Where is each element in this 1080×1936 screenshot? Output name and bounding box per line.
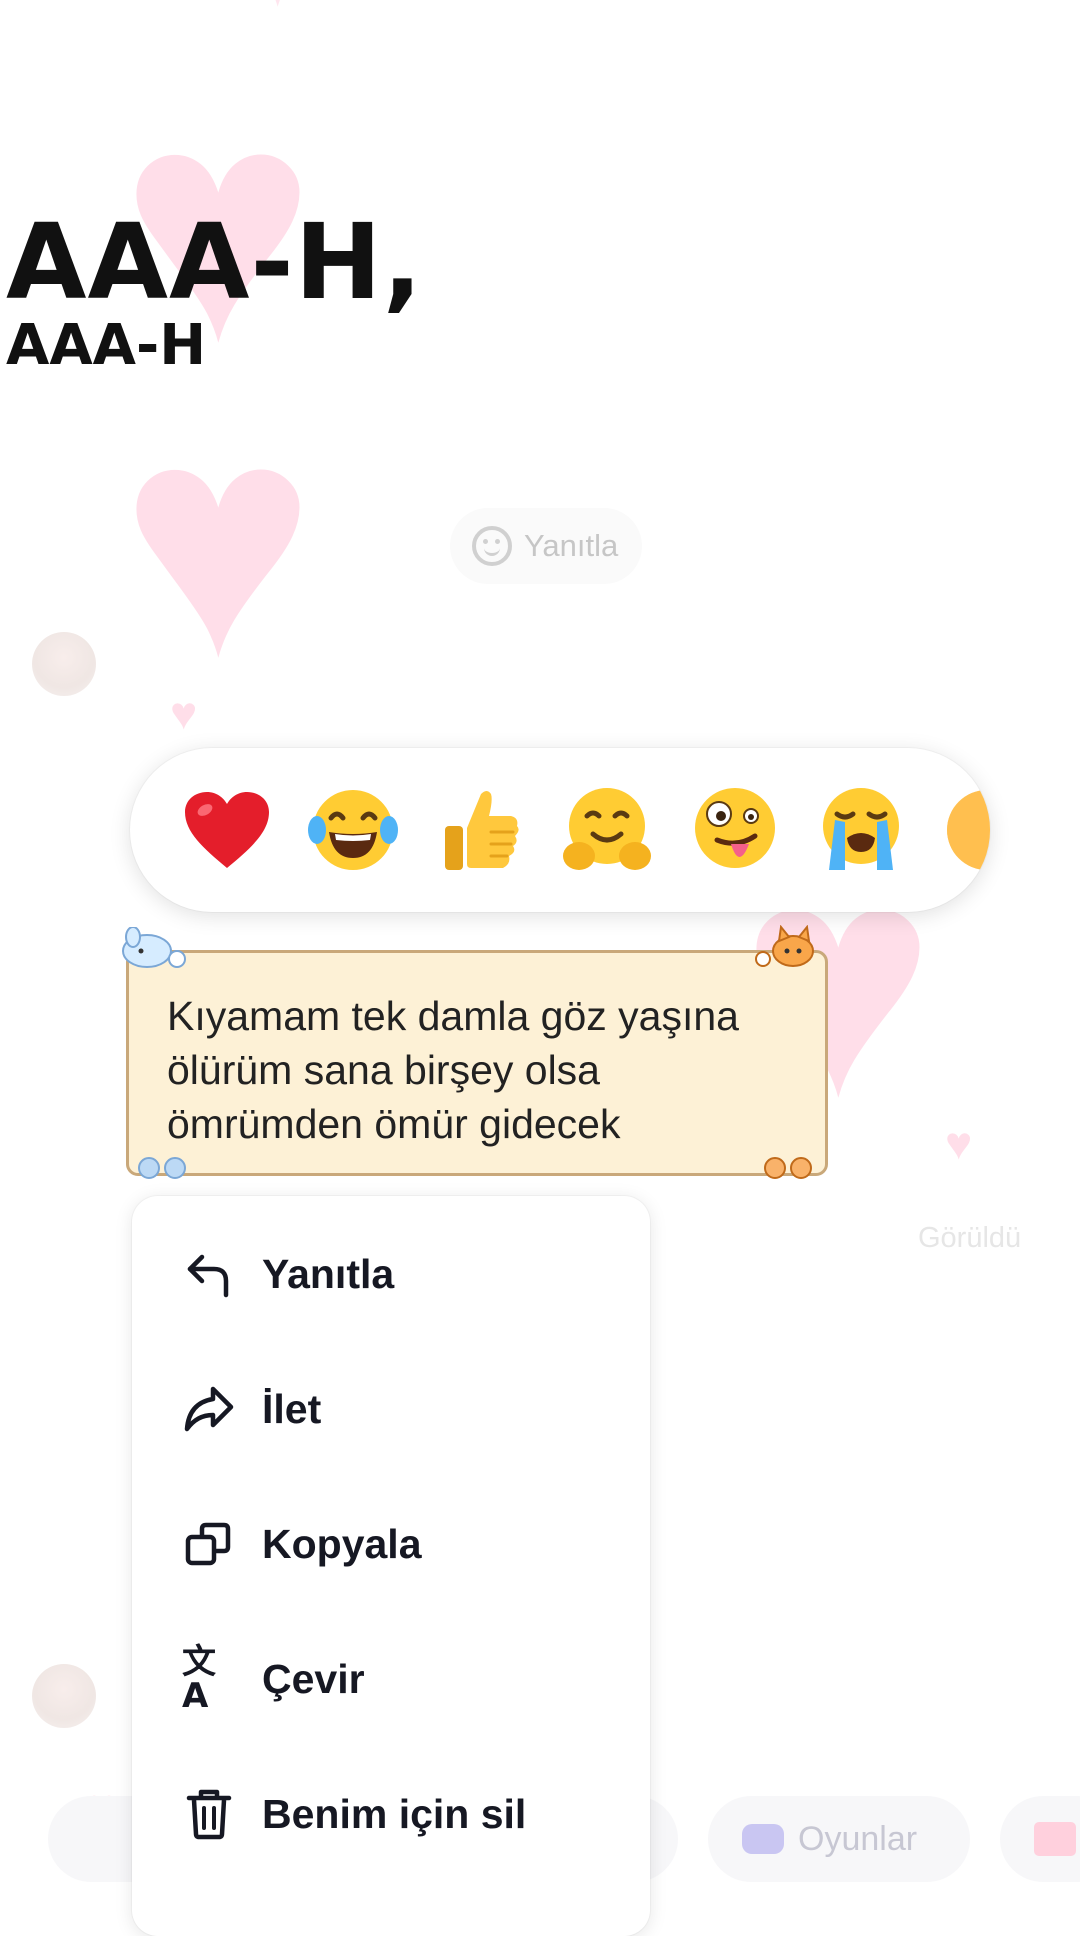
thumbs-up-emoji[interactable]	[426, 775, 536, 885]
games-label: Oyunlar	[798, 1819, 918, 1858]
background-heart-icon: ♥	[170, 687, 198, 739]
trash-icon	[182, 1787, 236, 1841]
menu-item-forward[interactable]: İlet	[132, 1354, 650, 1464]
background-heart-icon: ♥	[120, 355, 316, 724]
selected-message-bubble: Kıyamam tek damla göz yaşına ölürüm sana…	[122, 924, 828, 1179]
menu-item-label: Benim için sil	[262, 1790, 527, 1837]
smiley-icon	[472, 526, 512, 566]
translate-icon: 文A	[182, 1642, 216, 1716]
menu-item-label: Yanıtla	[262, 1250, 395, 1297]
loudly-crying-emoji[interactable]	[806, 775, 916, 885]
menu-item-translate[interactable]: 文A Çevir	[132, 1624, 650, 1734]
background-games-pill: Oyunlar	[708, 1796, 970, 1882]
sticker-bunny-icon	[119, 926, 193, 974]
message-text: Kıyamam tek damla göz yaşına ölürüm sana…	[167, 993, 739, 1147]
reaction-bar	[130, 748, 990, 912]
menu-item-label: İlet	[262, 1385, 322, 1432]
copy-icon	[182, 1517, 236, 1571]
overlay-subtitle: AAA-H	[6, 313, 207, 378]
gamepad-icon	[742, 1824, 784, 1854]
gift-icon	[1034, 1822, 1076, 1856]
avatar	[32, 1664, 96, 1728]
menu-item-copy[interactable]: Kopyala	[132, 1489, 650, 1599]
background-reply-label: Yanıtla	[524, 528, 619, 563]
forward-arrow-icon	[182, 1382, 236, 1436]
tears-of-joy-emoji[interactable]	[298, 775, 408, 885]
background-heart-icon: ♥	[230, 0, 325, 30]
sticker-paws-orange-icon	[763, 1156, 815, 1185]
avatar	[32, 632, 96, 696]
menu-item-reply[interactable]: Yanıtla	[132, 1219, 650, 1329]
emoji-partially-visible[interactable]	[932, 775, 990, 885]
overlay-title: AAA-H,	[6, 201, 424, 323]
red-heart-emoji[interactable]	[172, 775, 282, 885]
seen-status: Görüldü	[918, 1222, 1022, 1254]
message-context-menu: Yanıtla İlet Kopyala 文A Çevir Benim için…	[132, 1196, 650, 1936]
background-reply-chip: Yanıtla	[450, 508, 643, 584]
background-gift-pill	[1000, 1796, 1080, 1882]
sticker-paws-blue-icon	[137, 1156, 189, 1185]
sticker-cat-icon	[755, 924, 817, 974]
menu-item-label: Çevir	[262, 1655, 365, 1702]
zany-face-emoji[interactable]	[680, 775, 790, 885]
reply-arrow-icon	[182, 1247, 236, 1301]
background-heart-icon: ♥	[945, 1117, 973, 1169]
hugging-face-emoji[interactable]	[552, 775, 662, 885]
menu-item-label: Kopyala	[262, 1520, 422, 1567]
menu-item-delete-for-me[interactable]: Benim için sil	[132, 1759, 650, 1869]
